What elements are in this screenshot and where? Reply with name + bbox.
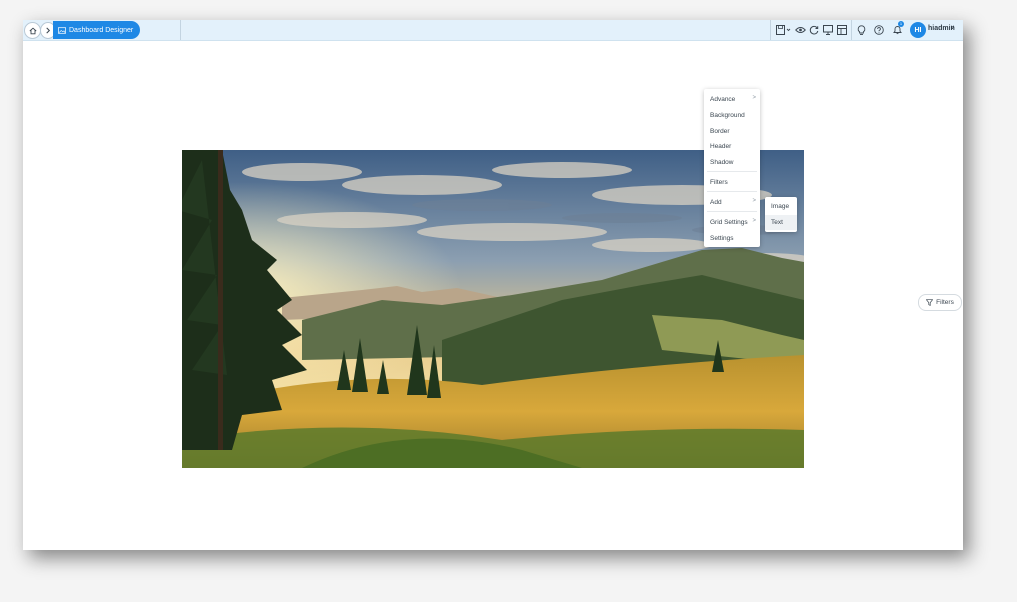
user-initials: HI xyxy=(914,26,922,34)
menu-item-shadow[interactable]: Shadow xyxy=(704,155,760,169)
chevron-right-icon: > xyxy=(752,198,756,204)
add-submenu: Image Text xyxy=(765,197,797,232)
menu-item-label: Grid Settings xyxy=(710,218,748,226)
menu-item-advance[interactable]: Advance > xyxy=(704,92,760,106)
menu-item-label: Filters xyxy=(710,178,728,186)
chevron-right-icon: > xyxy=(752,218,756,224)
menu-item-label: Add xyxy=(710,198,722,206)
help-icon xyxy=(874,25,884,35)
menu-item-filters[interactable]: Filters xyxy=(704,175,760,189)
tips-button[interactable] xyxy=(855,24,867,36)
menu-divider xyxy=(707,191,757,192)
image-icon xyxy=(58,26,66,34)
layout-icon xyxy=(837,25,847,35)
avatar[interactable]: HI xyxy=(910,22,926,38)
refresh-icon xyxy=(809,25,819,35)
home-button[interactable] xyxy=(24,22,41,39)
menu-item-background[interactable]: Background xyxy=(704,108,760,122)
filters-button-label: Filters xyxy=(936,299,954,306)
menu-divider xyxy=(707,211,757,212)
menu-item-label: Shadow xyxy=(710,158,734,166)
eye-icon xyxy=(794,27,806,33)
top-toolbar: Dashboard Designer 1 HI hiadmin v xyxy=(23,20,963,41)
monitor-icon xyxy=(823,25,833,35)
menu-item-settings[interactable]: Settings xyxy=(704,231,760,245)
save-icon xyxy=(776,25,791,35)
menu-item-grid-settings[interactable]: Grid Settings > xyxy=(704,215,760,229)
toolbar-divider xyxy=(770,20,771,40)
present-button[interactable] xyxy=(822,24,834,36)
toolbar-divider xyxy=(851,20,852,40)
menu-item-label: Settings xyxy=(710,234,734,242)
filter-icon xyxy=(926,299,934,306)
save-menu-button[interactable] xyxy=(776,24,792,36)
menu-item-label: Border xyxy=(710,127,730,135)
user-menu-caret[interactable]: v xyxy=(951,25,954,31)
chevron-right-icon: > xyxy=(752,95,756,101)
submenu-item-label: Image xyxy=(771,203,790,210)
widget-context-menu: Advance > Background Border Header Shado… xyxy=(704,89,760,247)
chevron-right-icon xyxy=(46,27,51,34)
toolbar-divider xyxy=(180,20,181,40)
home-icon xyxy=(29,27,36,34)
help-button[interactable] xyxy=(873,24,885,36)
menu-item-label: Background xyxy=(710,111,745,119)
notifications-button[interactable]: 1 xyxy=(891,21,904,36)
lightbulb-icon xyxy=(857,24,865,35)
preview-button[interactable] xyxy=(794,24,806,36)
menu-item-header[interactable]: Header xyxy=(704,139,760,153)
submenu-item-label: Text xyxy=(771,219,783,226)
menu-item-add[interactable]: Add > xyxy=(704,195,760,209)
menu-item-label: Header xyxy=(710,142,732,150)
breadcrumb-label: Dashboard Designer xyxy=(69,26,134,34)
notification-badge: 1 xyxy=(898,21,904,27)
refresh-button[interactable] xyxy=(808,24,820,36)
menu-divider xyxy=(707,171,757,172)
layout-button[interactable] xyxy=(836,24,848,36)
submenu-item-image[interactable]: Image xyxy=(765,199,797,214)
menu-item-border[interactable]: Border xyxy=(704,124,760,138)
submenu-item-text[interactable]: Text xyxy=(765,215,797,230)
app-window: Dashboard Designer 1 HI hiadmin v Advanc… xyxy=(23,20,963,550)
filters-button[interactable]: Filters xyxy=(918,294,962,311)
breadcrumb-dashboard-designer[interactable]: Dashboard Designer xyxy=(53,21,141,39)
menu-item-label: Advance xyxy=(710,95,736,103)
